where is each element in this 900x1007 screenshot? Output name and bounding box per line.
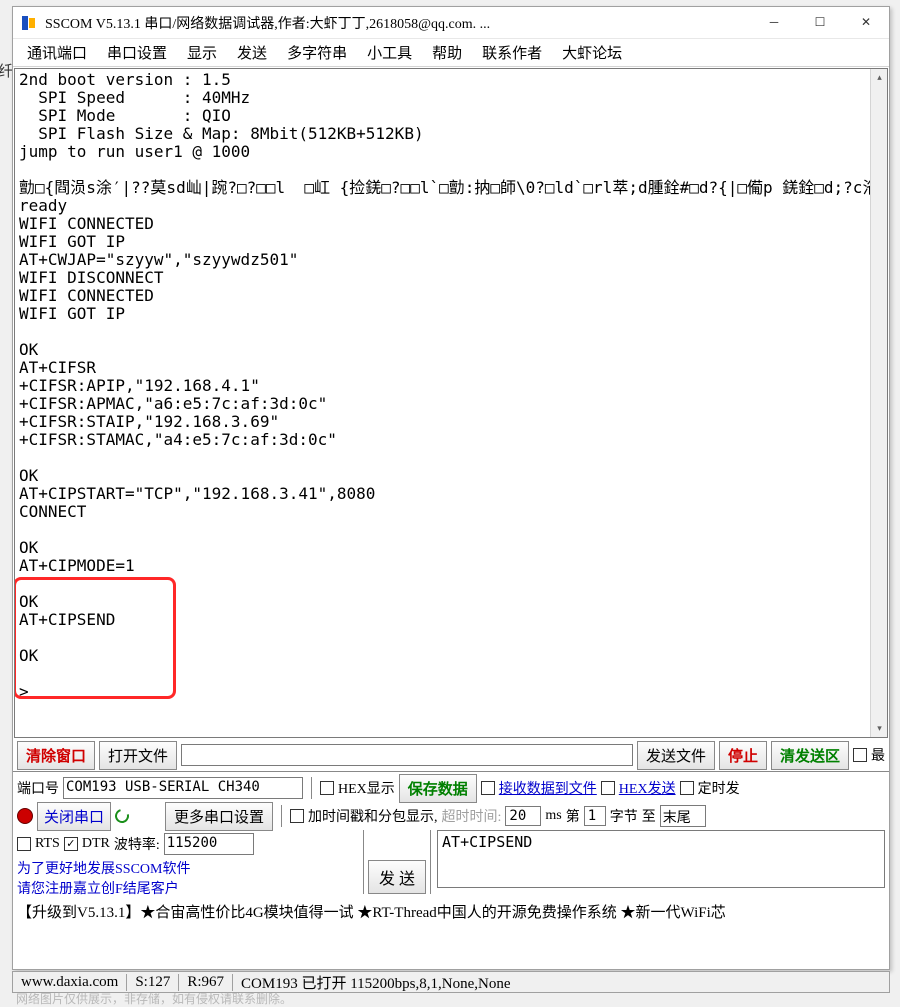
maximize-button[interactable]: ☐ (797, 8, 843, 38)
file-path-input[interactable] (181, 744, 633, 766)
english-checkbox[interactable] (853, 748, 867, 762)
recv-to-file-checkbox[interactable] (481, 781, 495, 795)
timed-send-checkbox[interactable] (680, 781, 694, 795)
status-site: www.daxia.com (13, 974, 127, 991)
hex-display-label: HEX显示 (338, 778, 395, 798)
config-panel: 端口号 COM193 USB-SERIAL CH340 HEX显示 保存数据 接… (13, 771, 889, 900)
rts-label: RTS (35, 836, 60, 852)
page-footer-hint: 网络图片仅供展示，非存储，如有侵权请联系删除。 (16, 990, 292, 1007)
hex-send-checkbox[interactable] (601, 781, 615, 795)
byte-label: 字节 (610, 806, 638, 826)
terminal-text: 2nd boot version : 1.5 SPI Speed : 40MHz… (15, 69, 887, 703)
baud-label: 波特率: (114, 834, 160, 854)
timestamp-checkbox[interactable] (290, 809, 304, 823)
menu-multistring[interactable]: 多字符串 (277, 40, 357, 65)
menu-serial-settings[interactable]: 串口设置 (97, 40, 177, 65)
app-icon (19, 13, 39, 33)
terminal-scrollbar[interactable]: ▴ ▾ (870, 69, 887, 737)
send-input[interactable]: AT+CIPSEND (437, 830, 885, 888)
timeout-input[interactable]: 20 (505, 806, 541, 826)
timeout-label: 超时时间: (442, 806, 502, 826)
scroll-down-icon[interactable]: ▾ (871, 720, 888, 737)
timed-send-label: 定时发 (698, 778, 740, 798)
nth-input[interactable]: 1 (584, 806, 606, 826)
save-data-button[interactable]: 保存数据 (399, 774, 477, 803)
promo-line-1[interactable]: 为了更好地发展SSCOM软件 (17, 858, 357, 878)
stop-button[interactable]: 停止 (719, 741, 767, 770)
status-connection: COM193 已打开 115200bps,8,1,None,None (233, 972, 889, 993)
send-file-button[interactable]: 发送文件 (637, 741, 715, 770)
english-label: 最 (871, 745, 885, 765)
refresh-icon[interactable] (112, 806, 131, 825)
port-status-icon (17, 808, 33, 824)
to-label: 至 (642, 806, 656, 826)
port-select[interactable]: COM193 USB-SERIAL CH340 (63, 777, 303, 799)
close-port-button[interactable]: 关闭串口 (37, 802, 111, 831)
dtr-label: DTR (82, 836, 110, 852)
promo-line-2[interactable]: 请您注册嘉立创F结尾客户 (17, 878, 357, 898)
menu-forum[interactable]: 大虾论坛 (552, 40, 632, 65)
app-window: SSCOM V5.13.1 串口/网络数据调试器,作者:大虾丁丁,2618058… (12, 6, 890, 970)
menu-port[interactable]: 通讯端口 (17, 40, 97, 65)
recv-to-file-link[interactable]: 接收数据到文件 (499, 778, 597, 798)
titlebar: SSCOM V5.13.1 串口/网络数据调试器,作者:大虾丁丁,2618058… (13, 7, 889, 39)
port-label: 端口号 (17, 778, 59, 798)
nth-label: 第 (566, 806, 580, 826)
baud-select[interactable]: 115200 (164, 833, 254, 855)
end-select[interactable]: 末尾 (660, 805, 706, 827)
dtr-checkbox[interactable] (64, 837, 78, 851)
clear-send-area-button[interactable]: 清发送区 (771, 741, 849, 770)
more-serial-settings-button[interactable]: 更多串口设置 (165, 802, 273, 831)
hex-send-link[interactable]: HEX发送 (619, 778, 676, 798)
hex-display-checkbox[interactable] (320, 781, 334, 795)
menu-send[interactable]: 发送 (227, 40, 277, 65)
scroll-up-icon[interactable]: ▴ (871, 69, 888, 86)
menu-tools[interactable]: 小工具 (357, 40, 422, 65)
timestamp-label: 加时间戳和分包显示, (308, 806, 438, 826)
status-sent: S:127 (127, 974, 179, 991)
menu-help[interactable]: 帮助 (422, 40, 472, 65)
menu-display[interactable]: 显示 (177, 40, 227, 65)
receive-terminal[interactable]: 2nd boot version : 1.5 SPI Speed : 40MHz… (14, 68, 888, 738)
status-recv: R:967 (179, 974, 233, 991)
banner[interactable]: 【升级到V5.13.1】★合宙高性价比4G模块值得一试 ★RT-Thread中国… (13, 900, 889, 922)
timeout-unit: ms (545, 808, 561, 824)
send-button[interactable]: 发 送 (368, 860, 426, 894)
open-file-button[interactable]: 打开文件 (99, 741, 177, 770)
clear-window-button[interactable]: 清除窗口 (17, 741, 95, 770)
window-title: SSCOM V5.13.1 串口/网络数据调试器,作者:大虾丁丁,2618058… (45, 13, 751, 33)
minimize-button[interactable]: ─ (751, 8, 797, 38)
close-button[interactable]: ✕ (843, 8, 889, 38)
toolbar: 清除窗口 打开文件 发送文件 停止 清发送区 最 (13, 739, 889, 771)
rts-checkbox[interactable] (17, 837, 31, 851)
menu-contact[interactable]: 联系作者 (472, 40, 552, 65)
menubar: 通讯端口 串口设置 显示 发送 多字符串 小工具 帮助 联系作者 大虾论坛 (13, 39, 889, 67)
